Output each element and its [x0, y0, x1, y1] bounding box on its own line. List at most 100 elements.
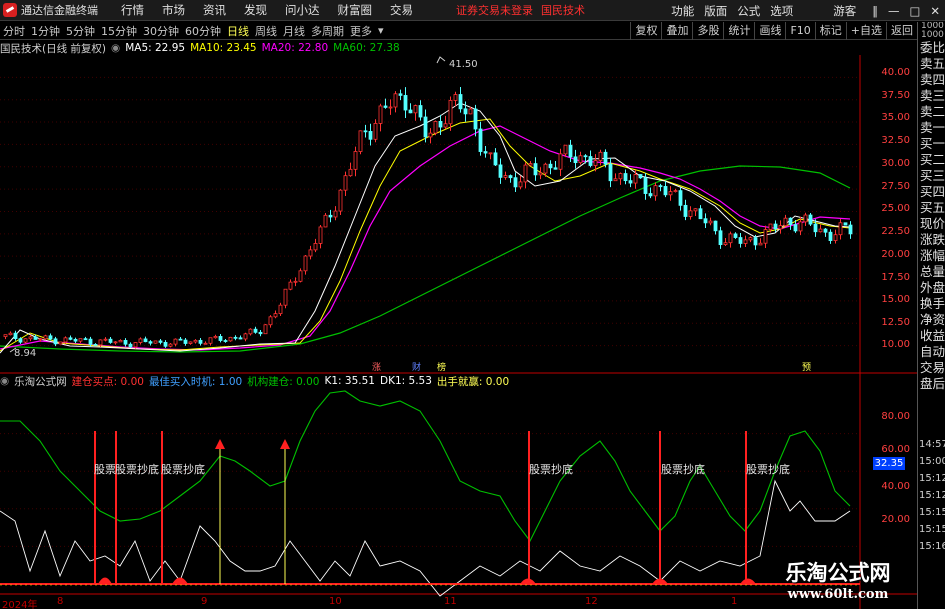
y-tick-label: 30.00 [881, 158, 910, 169]
chevron-down-icon[interactable]: ▾ [375, 24, 387, 37]
event-flag[interactable]: 榜 [437, 360, 446, 373]
tool-adjust[interactable]: 复权 [630, 22, 661, 40]
candle-body [673, 190, 678, 193]
legend-toggle-icon[interactable]: ◉ [111, 42, 120, 54]
candle-body [433, 121, 438, 134]
candle-body [623, 173, 628, 182]
quote-label[interactable]: 交易 [918, 360, 945, 376]
candle-body [23, 338, 28, 343]
event-flag[interactable]: 财 [412, 360, 421, 373]
tick-time: 15:15 [919, 507, 945, 518]
period-tab-15min[interactable]: 15分钟 [98, 23, 140, 39]
candle-body [423, 116, 428, 138]
event-flag[interactable]: 涨 [372, 360, 381, 373]
menu-item-news[interactable]: 资讯 [194, 2, 235, 18]
tool-add-watchlist[interactable]: +自选 [845, 22, 886, 40]
period-tab-daily[interactable]: 日线 [224, 23, 252, 39]
quote-label[interactable]: 盘后 [918, 376, 945, 392]
login-status[interactable]: 证券交易未登录 [456, 2, 533, 18]
menu-item-layout[interactable]: 版面 [699, 3, 732, 19]
candle-body [238, 337, 243, 340]
x-tick-label: 11 [444, 596, 457, 607]
candle-body [233, 336, 238, 339]
period-tab-1min[interactable]: 1分钟 [28, 23, 63, 39]
candle-body [463, 108, 468, 115]
candle-body [458, 94, 463, 110]
period-tab-30min[interactable]: 30分钟 [140, 23, 182, 39]
indicator-title: 乐淘公式网 [14, 375, 67, 388]
tool-multi-stock[interactable]: 多股 [692, 22, 723, 40]
candle-body [358, 130, 363, 152]
period-tab-timeshare[interactable]: 分时 [0, 23, 28, 39]
tick-time: 15:15 [919, 524, 945, 535]
candle-body [518, 181, 523, 188]
ma60-legend: MA60: 27.38 [333, 42, 400, 54]
candle-body [93, 343, 98, 346]
guest-account[interactable]: 游客 [828, 3, 861, 19]
chart-tools: 复权 叠加 多股 统计 画线 F10 标记 +自选 返回 [630, 22, 917, 40]
quote-label[interactable]: 自动 [918, 344, 945, 360]
candle-body [763, 229, 768, 244]
event-flag[interactable]: 预 [802, 360, 811, 373]
menu-item-ask[interactable]: 问小达 [276, 2, 329, 18]
signal-label: 股票抄底 [161, 463, 205, 476]
period-tab-60min[interactable]: 60分钟 [182, 23, 224, 39]
candle-body [283, 288, 288, 306]
menu-item-wealth[interactable]: 财富圈 [329, 2, 382, 18]
menu-item-quotes[interactable]: 行情 [112, 2, 153, 18]
candle-body [163, 341, 168, 347]
candle-body [638, 174, 643, 179]
chart-canvas[interactable] [0, 41, 917, 609]
y-tick-label: 40.00 [881, 481, 910, 492]
candle-body [698, 208, 703, 220]
candle-body [593, 160, 598, 166]
tool-draw[interactable]: 画线 [754, 22, 785, 40]
candle-body [778, 225, 783, 230]
period-tab-multi[interactable]: 多周期 [308, 23, 347, 39]
candle-body [328, 214, 333, 218]
tool-overlay[interactable]: 叠加 [661, 22, 692, 40]
candle-body [838, 222, 843, 236]
menu-item-formula[interactable]: 公式 [732, 3, 765, 19]
candle-body [598, 151, 603, 161]
menu-item-discover[interactable]: 发现 [235, 2, 276, 18]
candle-body [558, 153, 563, 170]
legend-toggle-icon[interactable]: ◉ [0, 375, 9, 387]
maximize-icon[interactable]: □ [904, 4, 925, 18]
candle-body [353, 151, 358, 170]
candle-body [633, 174, 638, 184]
candle-body [323, 214, 328, 228]
menu-item-market[interactable]: 市场 [153, 2, 194, 18]
pin-icon[interactable]: ‖ [867, 4, 883, 18]
period-tab-weekly[interactable]: 周线 [252, 23, 280, 39]
candle-body [548, 163, 553, 169]
quote-column: 1000 1000 委比 卖五 卖四 卖三 卖二 卖一 买一 买二 买三 买四 … [917, 22, 945, 609]
close-icon[interactable]: ✕ [925, 4, 945, 18]
menu-item-function[interactable]: 功能 [666, 3, 699, 19]
tool-stats[interactable]: 统计 [723, 22, 754, 40]
candle-body [583, 155, 588, 158]
candle-body [78, 338, 83, 342]
candle-body [773, 223, 778, 230]
candle-body [728, 233, 733, 244]
candle-body [753, 237, 758, 246]
signal-label: 股票抄底 [661, 463, 705, 476]
menu-item-options[interactable]: 选项 [765, 3, 798, 19]
period-tab-monthly[interactable]: 月线 [280, 23, 308, 39]
candle-body [398, 93, 403, 96]
tool-back[interactable]: 返回 [886, 22, 917, 40]
minimize-icon[interactable]: — [883, 4, 905, 18]
tool-mark[interactable]: 标记 [814, 22, 846, 40]
buy-signal-lines [215, 439, 290, 584]
candle-body [58, 341, 63, 345]
tool-f10[interactable]: F10 [785, 22, 814, 40]
candle-body [553, 167, 558, 170]
period-tab-5min[interactable]: 5分钟 [63, 23, 98, 39]
y-tick-label: 40.00 [881, 67, 910, 78]
title-right-menu: 功能 版面 公式 选项 游客 ‖ — □ ✕ [666, 0, 945, 21]
candle-body [38, 338, 43, 341]
candle-body [693, 208, 698, 212]
period-tab-more[interactable]: 更多 [347, 23, 375, 39]
quote-label: 外盘 [920, 280, 945, 295]
menu-item-trade[interactable]: 交易 [381, 2, 422, 18]
